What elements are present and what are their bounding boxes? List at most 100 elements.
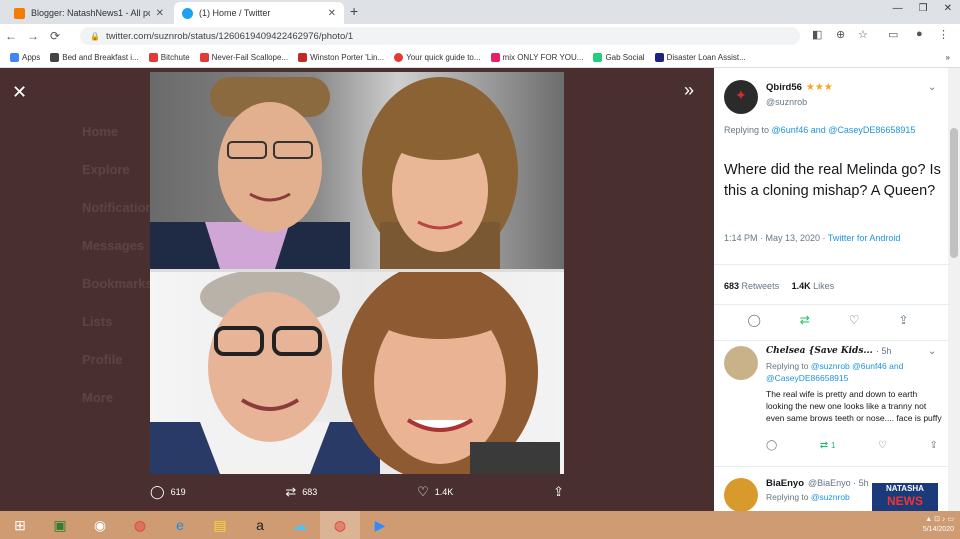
- retweet-button[interactable]: ⇄ 1: [820, 440, 836, 451]
- tab-bar: Blogger: NatashNews1 - All po: ✕ (1) Hom…: [0, 0, 960, 24]
- expand-sidebar-icon[interactable]: »: [684, 80, 694, 101]
- url-input[interactable]: 🔒 twitter.com/suznrob/status/12606194094…: [80, 27, 800, 45]
- more-bookmarks-icon[interactable]: »: [946, 53, 950, 62]
- amazon-icon[interactable]: a: [240, 511, 280, 539]
- edge-icon[interactable]: e: [160, 511, 200, 539]
- hp-icon[interactable]: ◉: [80, 511, 120, 539]
- file-explorer-icon[interactable]: ▤: [200, 511, 240, 539]
- retweets-label[interactable]: Retweets: [742, 281, 780, 291]
- reply-icon[interactable]: ◯: [766, 440, 777, 451]
- reply-icon[interactable]: ◯: [747, 313, 760, 327]
- bookmark-label: Bitchute: [160, 53, 190, 62]
- bookmark-star-icon[interactable]: ☆: [858, 28, 868, 41]
- divider: [714, 304, 948, 305]
- reply-text: The real wife is pretty and down to eart…: [766, 389, 942, 423]
- close-tab-icon[interactable]: ✕: [328, 8, 336, 19]
- replying-to-links[interactable]: @suznrob: [811, 492, 850, 502]
- bookmark-item[interactable]: mix ONLY FOR YOU...: [490, 53, 583, 62]
- profile-icon[interactable]: ●: [916, 28, 923, 40]
- avatar[interactable]: ✦: [724, 80, 758, 114]
- reply-button[interactable]: ◯ 619: [150, 484, 186, 500]
- like-button[interactable]: ♡ 1.4K: [417, 484, 453, 500]
- share-button[interactable]: ⇪: [553, 484, 564, 500]
- bookmark-item[interactable]: Winston Porter 'Lin...: [298, 53, 384, 62]
- bookmark-item[interactable]: Bitchute: [148, 53, 190, 62]
- bookmark-apps[interactable]: Apps: [10, 53, 40, 62]
- tweet-sidebar: ✦ Qbird56 ★★★ @suznrob ⌄ Replying to @6u…: [714, 68, 948, 511]
- restore-icon[interactable]: ❐: [919, 3, 928, 14]
- stars-emoji: ★★★: [805, 82, 833, 93]
- minimize-icon[interactable]: —: [893, 3, 903, 14]
- chrome-icon[interactable]: ◍: [120, 511, 160, 539]
- avatar[interactable]: [724, 346, 758, 380]
- scrollbar[interactable]: [948, 68, 960, 511]
- lock-icon: 🔒: [90, 31, 100, 41]
- bookmark-item[interactable]: Bed and Breakfast i...: [50, 53, 139, 62]
- forward-icon[interactable]: →: [22, 29, 44, 43]
- bookmark-item[interactable]: Your quick guide to...: [394, 53, 481, 62]
- ghost-nav-item: Home: [82, 124, 119, 139]
- replying-label: Replying to: [766, 492, 809, 502]
- heart-icon[interactable]: ♡: [849, 313, 860, 327]
- reload-icon[interactable]: ⟳: [44, 29, 66, 43]
- address-bar: ← → ⟳ 🔒 twitter.com/suznrob/status/12606…: [0, 24, 960, 48]
- close-window-icon[interactable]: ✕: [944, 3, 952, 14]
- share-icon[interactable]: ⇪: [930, 440, 938, 451]
- likes-count[interactable]: 1.4K: [792, 281, 811, 291]
- tab-twitter[interactable]: (1) Home / Twitter ✕: [174, 2, 344, 24]
- author-name[interactable]: Qbird56: [766, 82, 802, 93]
- star-avatar-icon: ✦: [735, 87, 747, 103]
- retweet-icon[interactable]: ⇄: [800, 313, 810, 327]
- author-handle[interactable]: @BiaEnyo · 5h: [808, 478, 869, 489]
- reply-icon: ◯: [150, 484, 165, 499]
- gab-icon: [593, 53, 603, 62]
- window-controls: — ❐ ✕: [893, 3, 952, 14]
- retweet-count: 1: [830, 441, 836, 450]
- page-icon: [50, 53, 60, 62]
- extensions-icon[interactable]: ▭: [888, 28, 898, 41]
- chevron-down-icon[interactable]: ⌄: [928, 346, 936, 357]
- close-tab-icon[interactable]: ✕: [156, 8, 164, 19]
- chrome-active-icon[interactable]: ◍: [320, 511, 360, 539]
- tweet-source[interactable]: Twitter for Android: [828, 233, 901, 243]
- retweet-button[interactable]: ⇄ 683: [285, 484, 317, 500]
- replying-to-links[interactable]: @6unf46 and @CaseyDE86658915: [772, 125, 916, 135]
- tab-blogger[interactable]: Blogger: NatashNews1 - All po: ✕: [6, 2, 172, 24]
- replying-label: Replying to: [724, 125, 770, 135]
- page-icon: [654, 53, 664, 62]
- tweet-photo[interactable]: [150, 72, 564, 474]
- system-tray[interactable]: ▲ ⊡ ♪ ▭ 5/14/2020: [923, 515, 954, 535]
- reply-time[interactable]: · 5h: [876, 346, 892, 356]
- back-icon[interactable]: ←: [0, 29, 22, 43]
- retweets-count[interactable]: 683: [724, 281, 739, 291]
- author-handle[interactable]: @suznrob: [766, 97, 807, 107]
- author-name[interactable]: Chelsea {Save Kids...: [766, 346, 873, 356]
- heart-icon[interactable]: ♡: [878, 440, 887, 451]
- menu-icon[interactable]: ⋮: [938, 28, 949, 41]
- url-text: twitter.com/suznrob/status/1260619409422…: [105, 30, 354, 42]
- bookmark-label: Bed and Breakfast i...: [62, 53, 139, 62]
- cloud-app-icon[interactable]: ☁: [280, 511, 320, 539]
- excel-icon[interactable]: ▣: [40, 511, 80, 539]
- windows-start-icon[interactable]: ⊞: [0, 511, 40, 539]
- new-tab-icon[interactable]: +: [350, 3, 358, 19]
- share-icon[interactable]: ⇪: [898, 313, 908, 327]
- chevron-down-icon[interactable]: ⌄: [928, 82, 936, 93]
- extension-icon[interactable]: ◧: [812, 28, 822, 41]
- bookmarks-bar: Apps Bed and Breakfast i... Bitchute Nev…: [0, 48, 960, 68]
- cast-icon[interactable]: ⊕: [836, 28, 845, 41]
- scrollbar-thumb[interactable]: [950, 128, 958, 258]
- bookmark-item[interactable]: Disaster Loan Assist...: [654, 53, 746, 62]
- tweet-timestamp[interactable]: 1:14 PM · May 13, 2020 ·: [724, 233, 826, 243]
- bookmark-item[interactable]: Never-Fail Scallope...: [199, 53, 288, 62]
- likes-label[interactable]: Likes: [813, 281, 834, 291]
- author-name[interactable]: BiaEnyo: [766, 478, 804, 489]
- page-icon: [298, 53, 308, 62]
- zoom-icon[interactable]: ▶: [360, 511, 400, 539]
- bookmark-item[interactable]: Gab Social: [593, 53, 645, 62]
- close-icon[interactable]: ✕: [12, 82, 27, 103]
- ghost-nav-item: Profile: [82, 352, 123, 367]
- portrait-pair-top: [150, 77, 518, 269]
- photo-top-half: [150, 72, 564, 269]
- avatar[interactable]: [724, 478, 758, 511]
